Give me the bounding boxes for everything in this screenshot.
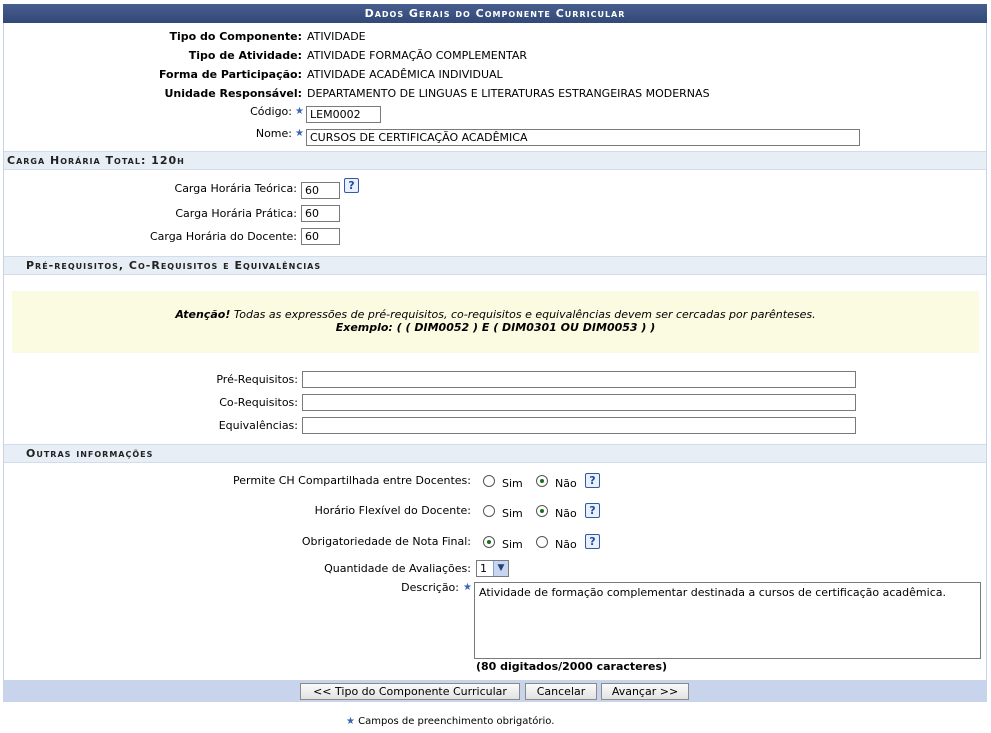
- cancel-button[interactable]: Cancelar: [525, 683, 597, 700]
- quantidade-avaliacoes-select[interactable]: 1 ▼: [476, 560, 509, 577]
- help-icon[interactable]: ?: [344, 178, 359, 193]
- co-requisitos-input[interactable]: [302, 394, 856, 411]
- ch-compartilhada-label: Permite CH Compartilhada entre Docentes:: [233, 474, 471, 487]
- page-title: Dados Gerais do Componente Curricular: [3, 4, 987, 23]
- carga-docente-input[interactable]: [301, 228, 340, 245]
- nome-input[interactable]: [306, 129, 860, 146]
- attention-strong: Atenção!: [175, 308, 231, 321]
- required-note-text: Campos de preenchimento obrigatório.: [358, 716, 555, 727]
- horario-flexivel-nao-label: Não: [555, 507, 577, 520]
- attention-example: Exemplo: ( ( DIM0052 ) E ( DIM0301 OU DI…: [335, 321, 656, 334]
- carga-docente-label: Carga Horária do Docente:: [149, 230, 297, 243]
- unidade-responsavel-value: DEPARTAMENTO DE LINGUAS E LITERATURAS ES…: [307, 87, 710, 100]
- required-star-icon: ★: [295, 106, 304, 117]
- obrigatoriedade-sim-radio[interactable]: [483, 536, 495, 548]
- ch-compartilhada-nao-label: Não: [555, 477, 577, 490]
- forma-participacao-value: ATIVIDADE ACADÊMICA INDIVIDUAL: [307, 68, 503, 81]
- carga-horaria-section-title: Carga Horária Total: 120h: [7, 154, 185, 167]
- pre-requisitos-label: Pré-Requisitos:: [216, 373, 298, 386]
- quantidade-avaliacoes-label: Quantidade de Avaliações:: [324, 562, 471, 575]
- requisitos-section-header: Pré-requisitos, Co-Requisitos e Equivalê…: [4, 256, 986, 275]
- equivalencias-input[interactable]: [302, 417, 856, 434]
- char-counter: (80 digitados/2000 caracteres): [476, 660, 668, 673]
- carga-horaria-section-header: Carga Horária Total: 120h: [4, 151, 986, 170]
- obrigatoriedade-label: Obrigatoriedade de Nota Final:: [301, 535, 471, 548]
- obrigatoriedade-nao-radio[interactable]: [536, 536, 548, 548]
- tipo-atividade-value: ATIVIDADE FORMAÇÃO COMPLEMENTAR: [307, 49, 527, 62]
- back-button[interactable]: << Tipo do Componente Curricular: [300, 683, 520, 700]
- descricao-label: Descrição:: [401, 581, 459, 594]
- required-star-icon: ★: [463, 582, 472, 593]
- codigo-input[interactable]: [306, 106, 381, 123]
- required-star-icon: ★: [346, 716, 355, 727]
- forma-participacao-label: Forma de Participação:: [158, 68, 302, 81]
- nome-label: Nome:: [255, 127, 292, 140]
- help-icon[interactable]: ?: [585, 534, 600, 549]
- tipo-componente-label: Tipo do Componente:: [169, 30, 302, 43]
- horario-flexivel-label: Horário Flexível do Docente:: [314, 504, 471, 517]
- tipo-componente-value: ATIVIDADE: [307, 30, 366, 43]
- required-note: ★ Campos de preenchimento obrigatório.: [346, 716, 554, 727]
- obrigatoriedade-sim-label: Sim: [502, 538, 523, 551]
- obrigatoriedade-nao-label: Não: [555, 538, 577, 551]
- unidade-responsavel-label: Unidade Responsável:: [164, 87, 302, 100]
- carga-teorica-label: Carga Horária Teórica:: [174, 182, 297, 195]
- quantidade-avaliacoes-value: 1: [480, 562, 487, 575]
- attention-line: Atenção! Todas as expressões de pré-requ…: [12, 308, 979, 321]
- help-icon[interactable]: ?: [585, 473, 600, 488]
- ch-compartilhada-sim-label: Sim: [502, 477, 523, 490]
- next-button[interactable]: Avançar >>: [601, 683, 689, 700]
- attention-text: Todas as expressões de pré-requisitos, c…: [230, 308, 816, 321]
- horario-flexivel-sim-label: Sim: [502, 507, 523, 520]
- horario-flexivel-nao-radio[interactable]: [536, 505, 548, 517]
- help-icon[interactable]: ?: [585, 503, 600, 518]
- carga-pratica-input[interactable]: [301, 205, 340, 222]
- ch-compartilhada-sim-radio[interactable]: [483, 475, 495, 487]
- carga-pratica-label: Carga Horária Prática:: [175, 207, 297, 220]
- co-requisitos-label: Co-Requisitos:: [219, 396, 298, 409]
- codigo-label: Código:: [250, 105, 292, 118]
- outras-section-header: Outras informações: [4, 444, 986, 463]
- chevron-down-icon[interactable]: ▼: [493, 561, 508, 576]
- horario-flexivel-sim-radio[interactable]: [483, 505, 495, 517]
- equivalencias-label: Equivalências:: [218, 419, 298, 432]
- requisitos-section-title: Pré-requisitos, Co-Requisitos e Equivalê…: [26, 259, 322, 272]
- descricao-textarea[interactable]: Atividade de formação complementar desti…: [474, 582, 981, 659]
- ch-compartilhada-nao-radio[interactable]: [536, 475, 548, 487]
- carga-teorica-input[interactable]: [301, 182, 340, 199]
- required-star-icon: ★: [295, 128, 304, 139]
- pre-requisitos-input[interactable]: [302, 371, 856, 388]
- tipo-atividade-label: Tipo de Atividade:: [188, 49, 302, 62]
- attention-message: Atenção! Todas as expressões de pré-requ…: [12, 291, 979, 353]
- outras-section-title: Outras informações: [26, 447, 154, 460]
